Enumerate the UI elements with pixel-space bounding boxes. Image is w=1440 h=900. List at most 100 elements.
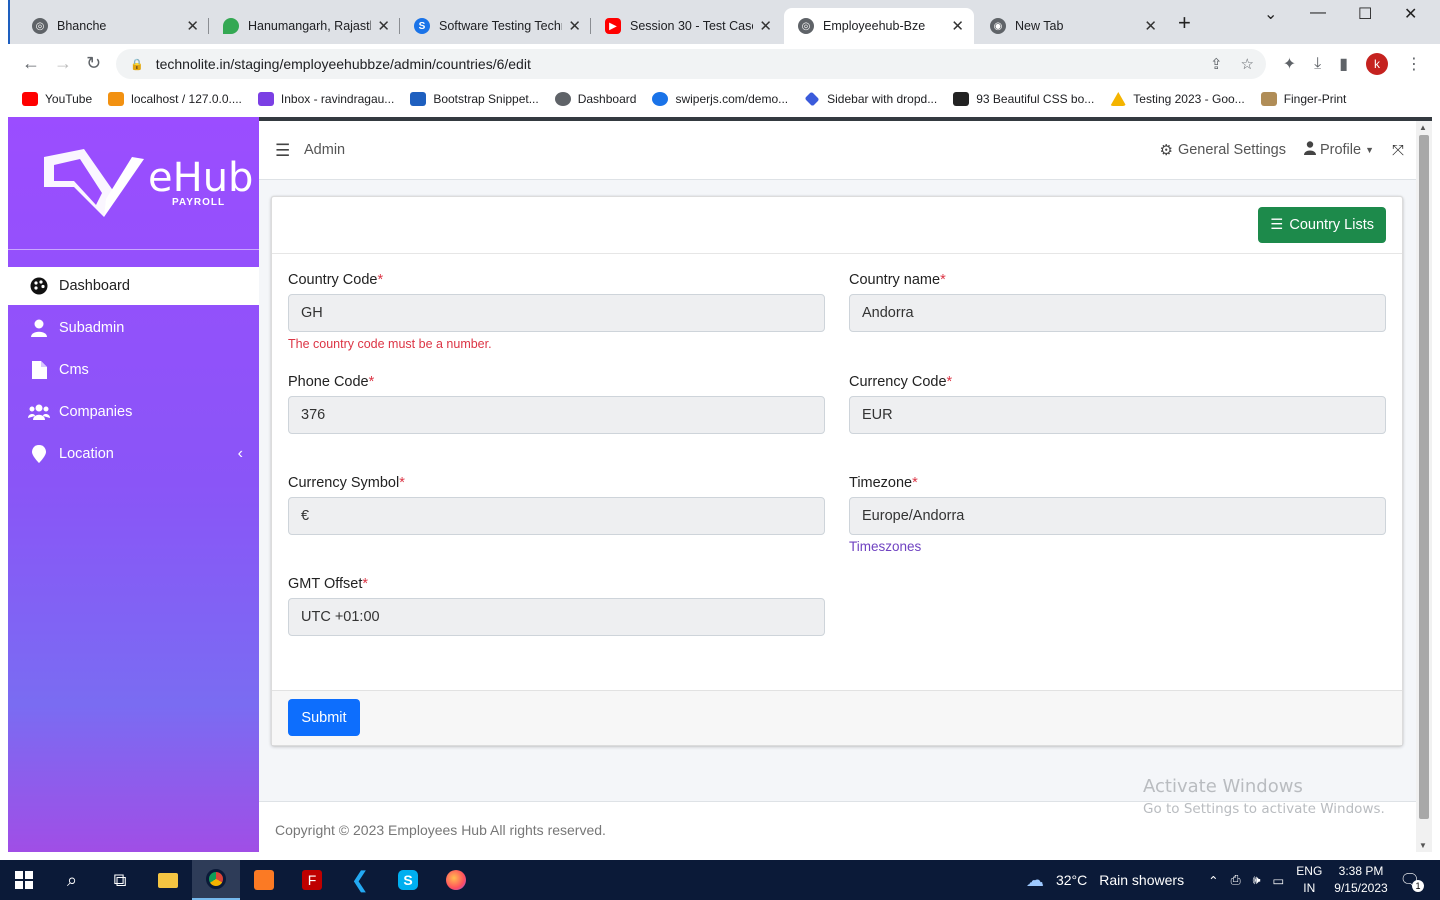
scroll-down-icon[interactable]: ▼: [1419, 841, 1427, 850]
fullscreen-icon[interactable]: ⤧: [1392, 142, 1404, 159]
bookmark-star-icon[interactable]: ☆: [1241, 55, 1254, 73]
timezones-link[interactable]: Timeszones: [849, 539, 1386, 554]
profile-dropdown[interactable]: Profile ▼: [1303, 141, 1374, 159]
sidebar-item-dashboard[interactable]: Dashboard: [8, 267, 259, 305]
country-code-error: The country code must be a number.: [288, 337, 492, 351]
clock[interactable]: 3:38 PM 9/15/2023: [1334, 863, 1387, 897]
close-window-button[interactable]: ✕: [1404, 4, 1417, 24]
vscode-icon[interactable]: ❮: [336, 860, 384, 900]
language-indicator[interactable]: ENG IN: [1296, 863, 1322, 897]
extensions-icon[interactable]: ✦: [1283, 54, 1296, 74]
profile-avatar[interactable]: k: [1366, 53, 1388, 75]
sidebar-divider: [8, 249, 259, 250]
general-settings-link[interactable]: ⚙ General Settings: [1159, 141, 1285, 159]
search-icon[interactable]: ⌕: [48, 860, 96, 900]
tab-software-testing[interactable]: S Software Testing Techniques ✕: [400, 8, 591, 44]
tab-maps[interactable]: Hanumangarh, Rajasthan ✕: [209, 8, 400, 44]
minimize-button[interactable]: —: [1310, 4, 1326, 22]
windows-start-icon[interactable]: [0, 860, 48, 900]
youtube-icon: [22, 92, 38, 106]
file-explorer-icon[interactable]: [144, 860, 192, 900]
bookmark-localhost[interactable]: localhost / 127.0.0....: [108, 92, 242, 106]
sidebar-item-companies[interactable]: Companies: [8, 393, 259, 431]
maximize-button[interactable]: ☐: [1358, 4, 1372, 24]
sidebar-item-subadmin[interactable]: Subadmin: [8, 309, 259, 347]
tab-session-30[interactable]: ▶ Session 30 - Test Case Ex ✕: [591, 8, 782, 44]
close-icon[interactable]: ✕: [759, 17, 772, 35]
reload-icon[interactable]: ↻: [86, 53, 101, 74]
scroll-up-icon[interactable]: ▲: [1419, 123, 1427, 132]
tab-bhanche[interactable]: ◎ Bhanche ✕: [18, 8, 209, 44]
bookmark-inbox[interactable]: Inbox - ravindragau...: [257, 92, 394, 106]
battery-icon[interactable]: ▭: [1272, 873, 1284, 888]
gmt-offset-input[interactable]: UTC +01:00: [288, 598, 825, 636]
card-footer: Submit: [272, 690, 1402, 745]
close-icon[interactable]: ✕: [951, 17, 964, 35]
share-icon[interactable]: ⇪: [1210, 55, 1223, 73]
firefox-icon[interactable]: [432, 860, 480, 900]
close-icon[interactable]: ✕: [377, 17, 390, 35]
tab-new-tab[interactable]: ◉ New Tab ✕: [976, 8, 1167, 44]
globe-icon: [554, 92, 571, 106]
new-tab-button[interactable]: +: [1178, 10, 1191, 36]
bookmark-bootstrap[interactable]: Bootstrap Snippet...: [410, 92, 539, 106]
forward-icon[interactable]: →: [54, 53, 72, 74]
bookmarks-bar: YouTube localhost / 127.0.0.... Inbox - …: [8, 84, 1440, 114]
caret-down-icon: ▼: [1365, 145, 1374, 155]
bookmark-swiperjs[interactable]: swiperjs.com/demo...: [652, 92, 788, 106]
notification-icon[interactable]: 🗨 1: [1400, 870, 1424, 892]
address-bar[interactable]: 🔒 technolite.in/staging/employeehubbze/a…: [116, 49, 1266, 79]
network-icon[interactable]: ⎙: [1231, 873, 1241, 888]
activate-windows-watermark: Activate Windows Go to Settings to activ…: [1143, 776, 1385, 817]
system-tray: ☁ 32°C Rain showers ⌃ ⎙ 🕪 ▭ ENG IN 3:38 P…: [1026, 860, 1440, 900]
menu-icon[interactable]: ⋮: [1406, 54, 1422, 74]
close-icon[interactable]: ✕: [186, 17, 199, 35]
tray-chevron-icon[interactable]: ⌃: [1208, 873, 1218, 888]
sidebar-item-cms[interactable]: Cms: [8, 351, 259, 389]
country-name-input[interactable]: Andorra: [849, 294, 1386, 332]
side-panel-icon[interactable]: ▮: [1339, 54, 1348, 74]
tab-search-icon[interactable]: ⌄: [1264, 4, 1277, 24]
bookmark-dashboard[interactable]: Dashboard: [554, 92, 636, 106]
logo-text: eHub: [148, 155, 254, 201]
chevron-left-icon[interactable]: ‹: [238, 445, 243, 463]
sidebar-item-location[interactable]: Location ‹: [8, 435, 259, 473]
page-scrollbar[interactable]: ▲ ▼: [1416, 121, 1432, 852]
logo-mark-icon: [44, 149, 144, 217]
back-icon[interactable]: ←: [22, 53, 40, 74]
gmt-offset-group: GMT Offset* UTC +01:00: [288, 576, 825, 636]
task-view-icon[interactable]: ⧉: [96, 860, 144, 900]
bookmark-sidebar[interactable]: Sidebar with dropd...: [804, 91, 937, 107]
skype-icon[interactable]: S: [384, 860, 432, 900]
card-header: ☰ Country Lists: [272, 197, 1402, 254]
bookmark-youtube[interactable]: YouTube: [22, 92, 92, 106]
currency-code-input[interactable]: EUR: [849, 396, 1386, 434]
country-lists-button[interactable]: ☰ Country Lists: [1258, 207, 1386, 243]
timezone-input[interactable]: Europe/Andorra: [849, 497, 1386, 535]
country-code-label: Country Code*: [288, 272, 384, 288]
bookmark-css-boxes[interactable]: 93 Beautiful CSS bo...: [953, 92, 1094, 106]
xampp-icon[interactable]: [240, 860, 288, 900]
country-code-input[interactable]: GH: [288, 294, 825, 332]
scrollbar-thumb[interactable]: [1419, 135, 1429, 819]
bookmark-finger-print[interactable]: Finger-Print: [1260, 92, 1346, 106]
window-edge: [1432, 117, 1440, 860]
volume-icon[interactable]: 🕪: [1253, 873, 1261, 888]
tab-employeehub[interactable]: ◎ Employeehub-Bze ✕: [784, 8, 974, 44]
lock-icon: 🔒: [130, 58, 144, 71]
file-icon: [28, 361, 50, 379]
download-icon[interactable]: ⤓: [1314, 55, 1321, 73]
bookmark-testing-2023[interactable]: Testing 2023 - Goo...: [1110, 92, 1245, 106]
currency-symbol-input[interactable]: €: [288, 497, 825, 535]
bootstrap-icon: [410, 92, 427, 106]
phone-code-input[interactable]: 376: [288, 396, 825, 434]
navbar-section-title: Admin: [304, 142, 346, 158]
submit-button[interactable]: Submit: [288, 699, 360, 736]
chrome-taskbar-icon[interactable]: [192, 860, 240, 900]
tab-strip: ◎ Bhanche ✕ Hanumangarh, Rajasthan ✕ S S…: [8, 0, 1440, 44]
close-icon[interactable]: ✕: [1144, 17, 1157, 35]
close-icon[interactable]: ✕: [568, 17, 581, 35]
codepen-icon: [953, 92, 970, 106]
filezilla-icon[interactable]: F: [288, 860, 336, 900]
hamburger-menu-icon[interactable]: ☰: [275, 141, 290, 161]
